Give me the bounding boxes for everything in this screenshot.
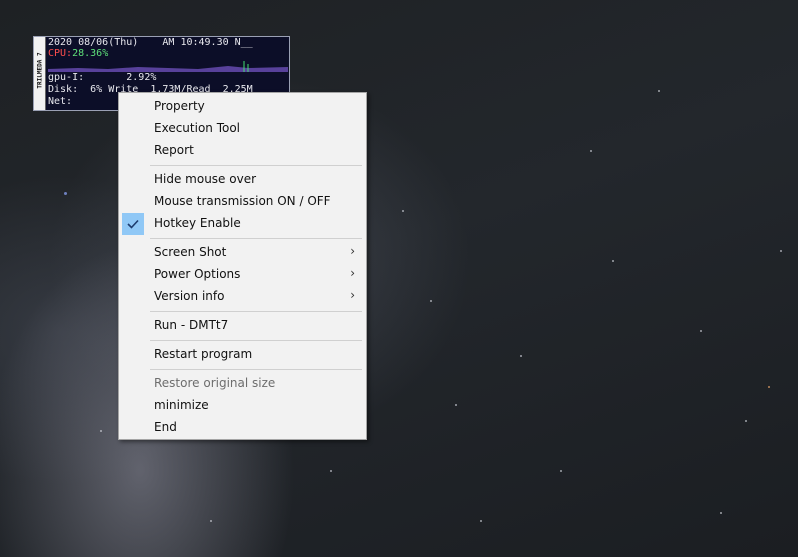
menu-item-label: Screen Shot (154, 245, 227, 259)
net-readout: Net: (48, 96, 73, 107)
menu-item-label: minimize (154, 398, 209, 412)
menu-separator (150, 369, 362, 370)
menu-item-label: Hide mouse over (154, 172, 257, 186)
menu-item-execution-tool[interactable]: Execution Tool (121, 118, 364, 140)
menu-item-label: Restart program (154, 347, 253, 361)
menu-item-label: End (154, 420, 177, 434)
menu-separator (150, 165, 362, 166)
menu-item-restart-program[interactable]: Restart program (121, 344, 364, 366)
menu-separator (150, 311, 362, 312)
menu-item-version-info[interactable]: Version info › (121, 286, 364, 308)
menu-item-hotkey-enable[interactable]: Hotkey Enable (121, 213, 364, 235)
gpu-readout: gpu-I: 2.92% (48, 72, 157, 83)
menu-item-label: Hotkey Enable (154, 216, 241, 230)
menu-item-power-options[interactable]: Power Options › (121, 264, 364, 286)
menu-item-label: Restore original size (154, 376, 276, 390)
menu-item-end[interactable]: End (121, 417, 364, 439)
menu-item-mouse-transmission[interactable]: Mouse transmission ON / OFF (121, 191, 364, 213)
menu-item-screen-shot[interactable]: Screen Shot › (121, 242, 364, 264)
context-menu: Property Execution Tool Report Hide mous… (118, 92, 367, 440)
menu-separator (150, 340, 362, 341)
menu-item-label: Version info (154, 289, 225, 303)
menu-item-run[interactable]: Run - DMTt7 (121, 315, 364, 337)
menu-item-label: Run - DMTt7 (154, 318, 229, 332)
menu-item-label: Execution Tool (154, 121, 241, 135)
widget-brand-label: TRILMEDA 7 (36, 52, 44, 89)
menu-item-minimize[interactable]: minimize (121, 395, 364, 417)
chevron-right-icon: › (350, 244, 355, 258)
widget-side-tab[interactable]: TRILMEDA 7 (34, 37, 46, 110)
chevron-right-icon: › (350, 288, 355, 302)
menu-item-label: Report (154, 143, 194, 157)
menu-item-restore-original-size: Restore original size (121, 373, 364, 395)
cpu-readout: CPU:28.36% (48, 48, 108, 60)
menu-item-report[interactable]: Report (121, 140, 364, 162)
cpu-value: 28.36% (72, 48, 109, 59)
menu-item-hide-mouse-over[interactable]: Hide mouse over (121, 169, 364, 191)
menu-item-label: Mouse transmission ON / OFF (154, 194, 331, 208)
checkmark-icon (122, 213, 144, 235)
chevron-right-icon: › (350, 266, 355, 280)
menu-item-label: Property (154, 99, 205, 113)
menu-item-label: Power Options (154, 267, 241, 281)
cpu-usage-graph (48, 61, 288, 72)
menu-item-property[interactable]: Property (121, 96, 364, 118)
menu-separator (150, 238, 362, 239)
cpu-label: CPU: (48, 48, 73, 59)
